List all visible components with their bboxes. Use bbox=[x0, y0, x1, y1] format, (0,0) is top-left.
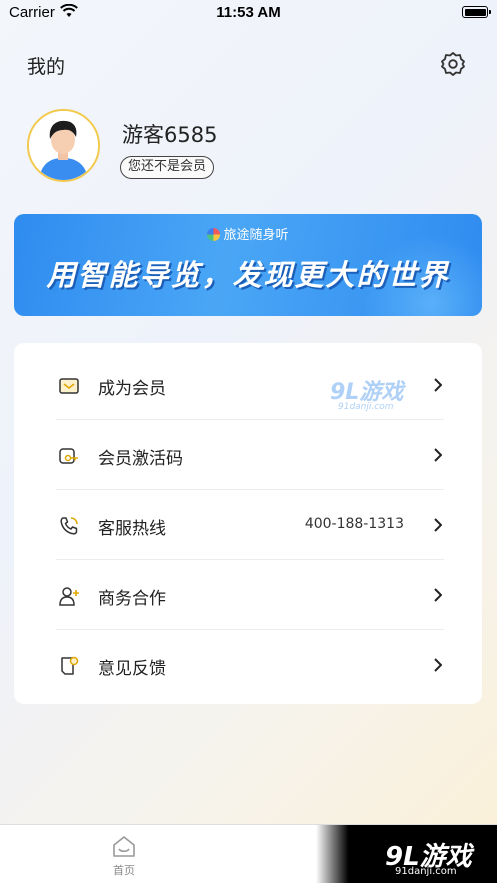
menu-card: 成为会员 会员激活码 客服热线 400-188-1313 商务合作 意见反馈 bbox=[14, 343, 482, 704]
banner-brand-label: 旅途随身听 bbox=[223, 228, 289, 243]
banner-brand: 旅途随身听 bbox=[14, 224, 482, 243]
tab-home[interactable]: 首页 bbox=[108, 835, 140, 878]
username: 游客6585 bbox=[122, 123, 218, 147]
add-user-icon bbox=[59, 587, 79, 606]
hotline-number: 400-188-1313 bbox=[304, 516, 404, 532]
member-status-badge: 您还不是会员 bbox=[120, 156, 215, 179]
phone-icon bbox=[60, 517, 78, 535]
brand-logo-icon bbox=[207, 228, 221, 241]
tab-home-label: 首页 bbox=[113, 864, 135, 877]
member-card-icon bbox=[59, 378, 79, 394]
gear-icon[interactable] bbox=[440, 51, 466, 77]
avatar-illustration bbox=[29, 111, 98, 180]
home-icon bbox=[113, 836, 135, 857]
menu-item-label: 会员激活码 bbox=[98, 449, 183, 469]
clock: 11:53 AM bbox=[216, 4, 281, 21]
menu-item-label: 成为会员 bbox=[98, 379, 166, 399]
banner-slogan: 用智能导览，发现更大的世界 bbox=[46, 258, 450, 292]
chevron-right-icon bbox=[434, 378, 442, 392]
watermark: 9L游戏 91danji.com bbox=[330, 374, 403, 412]
menu-item-label: 意见反馈 bbox=[98, 659, 166, 679]
corner-logo-sub: 91danji.com bbox=[395, 866, 457, 877]
chevron-right-icon bbox=[434, 448, 442, 462]
avatar[interactable] bbox=[27, 109, 100, 182]
menu-item-become-member[interactable]: 成为会员 bbox=[14, 350, 482, 420]
menu-item-activation-code[interactable]: 会员激活码 bbox=[14, 420, 482, 490]
chevron-right-icon bbox=[434, 658, 442, 672]
chevron-right-icon bbox=[434, 588, 442, 602]
battery-icon bbox=[462, 6, 491, 18]
activation-key-icon bbox=[59, 448, 78, 464]
chevron-right-icon bbox=[434, 518, 442, 532]
menu-item-business[interactable]: 商务合作 bbox=[14, 560, 482, 630]
feedback-icon bbox=[61, 656, 79, 675]
page-title: 我的 bbox=[27, 56, 66, 78]
menu-item-label: 商务合作 bbox=[98, 589, 166, 609]
status-bar: Carrier 11:53 AM bbox=[0, 0, 497, 26]
menu-item-feedback[interactable]: 意见反馈 bbox=[14, 630, 482, 700]
promo-banner[interactable]: 旅途随身听 用智能导览，发现更大的世界 bbox=[14, 214, 482, 316]
menu-item-hotline[interactable]: 客服热线 400-188-1313 bbox=[14, 490, 482, 560]
menu-item-label: 客服热线 bbox=[98, 519, 166, 539]
